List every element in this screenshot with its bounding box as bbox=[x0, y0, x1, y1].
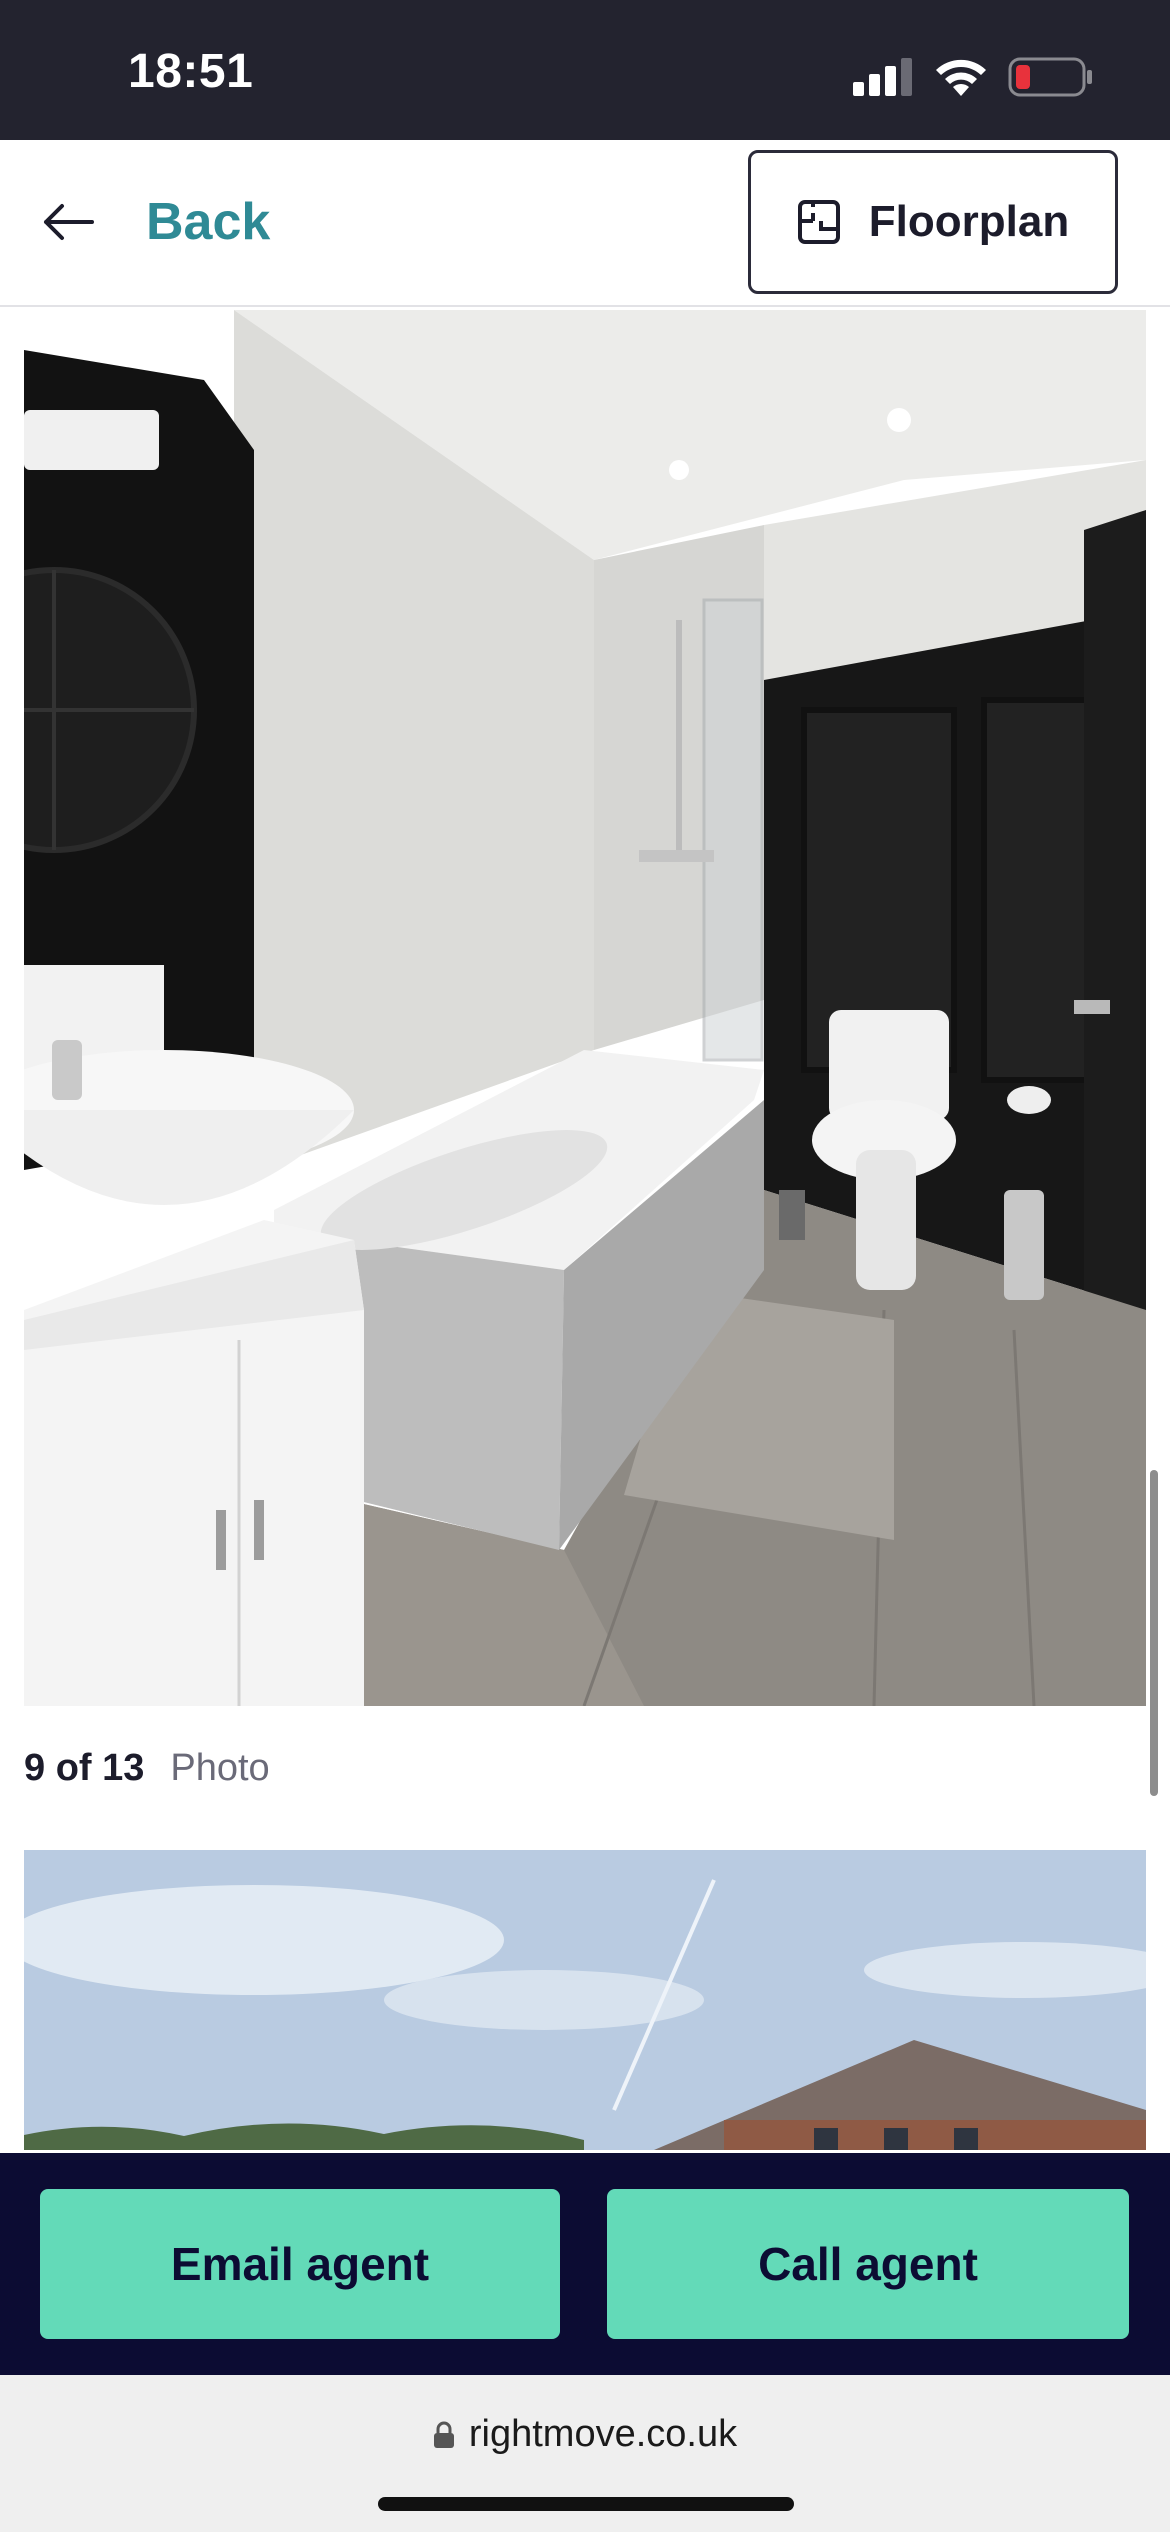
app-header: Back Floorplan bbox=[0, 140, 1170, 307]
scrollbar[interactable] bbox=[1150, 1470, 1158, 1796]
lock-icon bbox=[433, 2421, 454, 2448]
email-agent-button[interactable]: Email agent bbox=[40, 2189, 560, 2339]
photo-counter: 9 of 13 bbox=[24, 1746, 145, 1789]
contact-action-bar: Email agent Call agent bbox=[0, 2153, 1170, 2375]
cellular-signal-icon bbox=[853, 58, 912, 96]
status-bar: 18:51 bbox=[0, 0, 1170, 140]
photo-type-label: Photo bbox=[170, 1746, 270, 1789]
wifi-icon bbox=[936, 59, 986, 96]
back-label: Back bbox=[146, 193, 271, 251]
url-field[interactable]: rightmove.co.uk bbox=[0, 2413, 1170, 2456]
browser-address-bar: rightmove.co.uk bbox=[0, 2375, 1170, 2532]
bathroom-image bbox=[24, 310, 1146, 1706]
call-agent-button[interactable]: Call agent bbox=[607, 2189, 1129, 2339]
floorplan-label: Floorplan bbox=[868, 197, 1070, 246]
arrow-left-icon bbox=[44, 204, 94, 240]
battery-low-icon bbox=[1008, 57, 1092, 97]
floorplan-icon bbox=[797, 200, 840, 244]
back-button[interactable]: Back bbox=[40, 182, 300, 262]
photo-caption: 9 of 13 Photo bbox=[24, 1742, 270, 1794]
url-text: rightmove.co.uk bbox=[468, 2413, 738, 2455]
exterior-image bbox=[24, 1850, 1146, 2150]
property-photo-exterior[interactable] bbox=[24, 1850, 1146, 2150]
property-photo-bathroom[interactable] bbox=[24, 310, 1146, 1706]
home-indicator[interactable] bbox=[378, 2497, 794, 2511]
floorplan-button[interactable]: Floorplan bbox=[748, 150, 1118, 294]
status-time: 18:51 bbox=[128, 45, 254, 98]
